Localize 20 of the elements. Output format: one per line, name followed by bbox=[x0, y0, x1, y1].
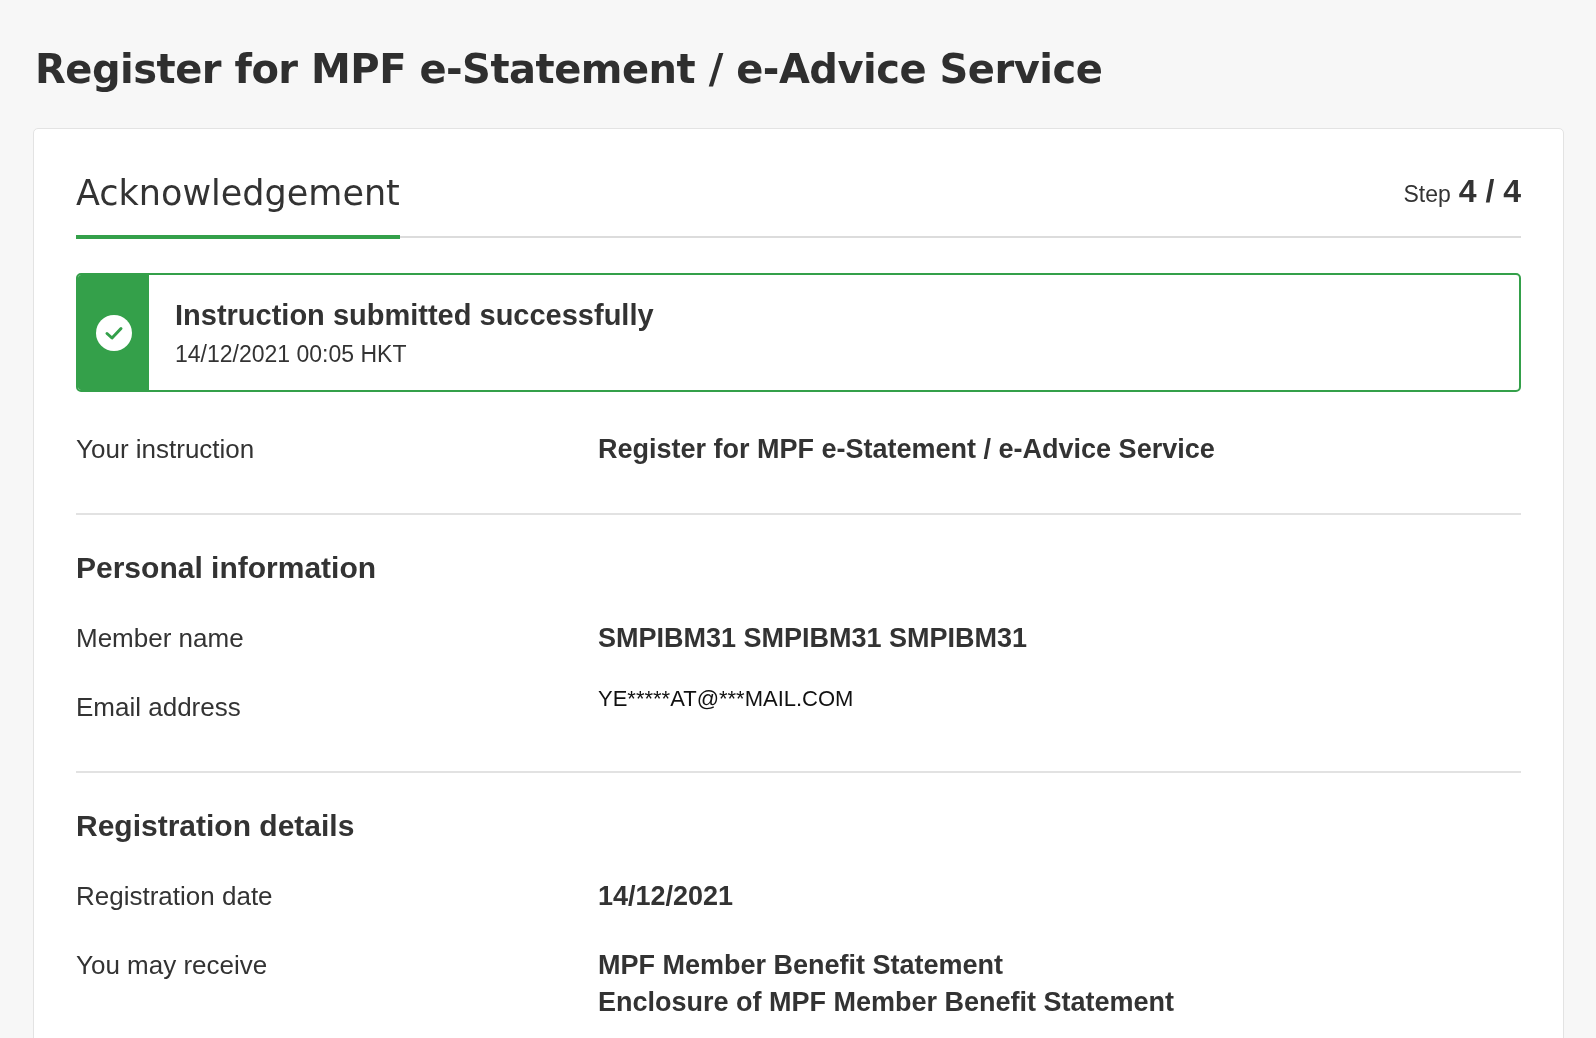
field-label: You may receive bbox=[76, 950, 269, 982]
field-label: Registration date bbox=[76, 881, 274, 912]
field-label: Email address bbox=[76, 692, 242, 723]
field-value: Register for MPF e-Statement / e-Advice Service bbox=[598, 434, 1215, 465]
step-heading: Acknowledgement bbox=[76, 173, 400, 239]
field-value: 14/12/2021 bbox=[598, 881, 734, 912]
field-value: Enclosure of MPF Member Benefit Statement bbox=[598, 987, 1175, 1018]
banner-title: Instruction submitted successfully bbox=[175, 299, 654, 332]
field-value: YE*****AT@***MAIL.COM bbox=[598, 686, 854, 712]
field-label: Member name bbox=[76, 623, 245, 654]
section-heading: Personal information bbox=[76, 551, 378, 585]
section-heading: Registration details bbox=[76, 809, 356, 843]
banner-timestamp: 14/12/2021 00:05 HKT bbox=[175, 341, 408, 368]
check-icon bbox=[95, 314, 132, 351]
field-value: SMPIBM31 SMPIBM31 SMPIBM31 bbox=[598, 623, 1028, 654]
page-title: Register for MPF e-Statement / e-Advice Service bbox=[35, 45, 1104, 94]
field-value: MPF Member Benefit Statement bbox=[598, 950, 1005, 981]
step-counter: 4 / 4 bbox=[1458, 173, 1521, 210]
field-label: Your instruction bbox=[76, 434, 256, 465]
step-label: Step bbox=[1403, 181, 1451, 208]
